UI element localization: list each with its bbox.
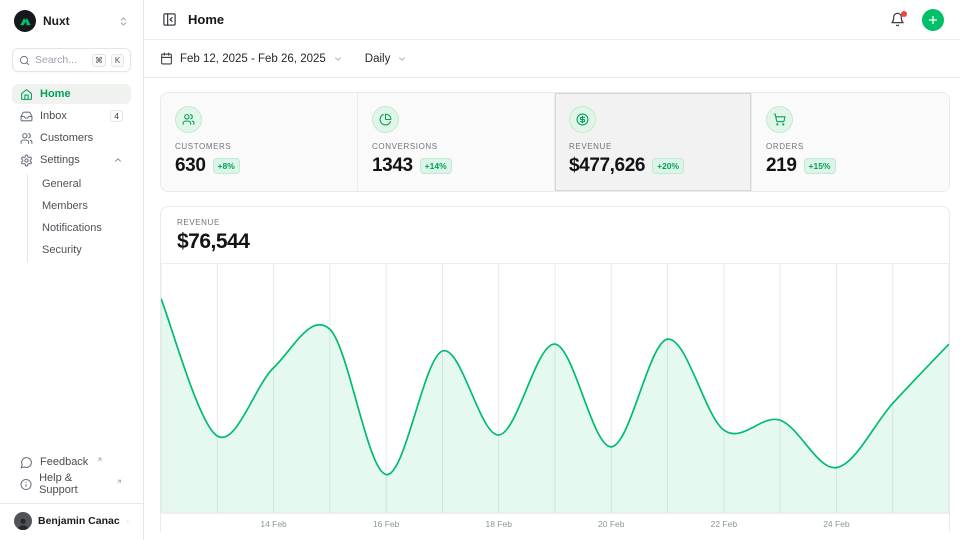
users-icon <box>20 132 33 145</box>
sidebar-item-label: Home <box>40 88 123 100</box>
nuxt-logo-icon <box>14 10 36 32</box>
toolbar: Feb 12, 2025 - Feb 26, 2025 Daily <box>144 40 960 78</box>
sidebar-footer: Feedback Help & Support <box>12 451 131 499</box>
sidebar-spacer <box>12 264 131 451</box>
svg-text:20 Feb: 20 Feb <box>598 519 625 529</box>
team-switcher[interactable]: Nuxt <box>12 0 131 42</box>
chevron-down-icon <box>397 54 407 64</box>
sidebar-item-customers[interactable]: Customers <box>12 128 131 148</box>
stat-delta-badge: +20% <box>652 158 684 174</box>
svg-text:24 Feb: 24 Feb <box>823 519 850 529</box>
search-input[interactable]: ⌘ K <box>12 48 131 72</box>
circle-dollar-icon <box>576 113 589 126</box>
sidebar-item-general[interactable]: General <box>28 174 131 194</box>
svg-text:16 Feb: 16 Feb <box>373 519 400 529</box>
date-range-label: Feb 12, 2025 - Feb 26, 2025 <box>180 53 326 65</box>
inbox-count-badge: 4 <box>110 110 123 122</box>
notification-dot <box>901 11 907 17</box>
users-icon <box>182 113 195 126</box>
chevrons-up-down-icon <box>118 16 129 27</box>
chart-plot-area: 14 Feb 16 Feb 18 Feb 20 Feb 22 Feb 24 Feb <box>161 264 949 532</box>
notifications-button[interactable] <box>888 10 907 29</box>
sidebar-item-home[interactable]: Home <box>12 84 131 104</box>
chart-metric-value: $76,544 <box>177 230 933 254</box>
main-area: Home Feb 12, 2025 - Feb 26, 2025 Daily <box>144 0 960 540</box>
stats-panel: CUSTOMERS 630 +8% CONVERSIONS 1343 +14% <box>160 92 950 192</box>
chevron-down-icon <box>333 54 343 64</box>
search-icon <box>19 55 30 66</box>
chevron-up-icon <box>113 155 123 165</box>
home-icon <box>20 88 33 101</box>
stat-label: CONVERSIONS <box>372 142 540 151</box>
sidebar: Nuxt ⌘ K Home Inbox 4 Customers <box>0 0 144 540</box>
stat-label: REVENUE <box>569 142 737 151</box>
team-name: Nuxt <box>43 14 111 28</box>
add-button[interactable] <box>922 9 944 31</box>
chevrons-up-down-icon <box>126 516 129 527</box>
search-field[interactable] <box>35 54 87 66</box>
period-label: Daily <box>365 53 391 65</box>
stat-delta-badge: +8% <box>213 158 240 174</box>
date-range-picker[interactable]: Feb 12, 2025 - Feb 26, 2025 <box>160 52 343 65</box>
sidebar-item-security[interactable]: Security <box>28 240 131 260</box>
stat-value: $477,626 <box>569 155 645 177</box>
stat-card-customers[interactable]: CUSTOMERS 630 +8% <box>161 93 358 191</box>
feedback-link[interactable]: Feedback <box>12 451 131 473</box>
stat-delta-badge: +14% <box>420 158 452 174</box>
chart-header: REVENUE $76,544 <box>161 207 949 264</box>
user-name: Benjamin Canac <box>38 515 120 527</box>
svg-text:14 Feb: 14 Feb <box>260 519 287 529</box>
stat-label: CUSTOMERS <box>175 142 343 151</box>
user-avatar <box>14 512 32 530</box>
info-circle-icon <box>20 478 32 491</box>
page-title: Home <box>188 12 879 27</box>
stat-value: 630 <box>175 155 206 177</box>
stat-card-orders[interactable]: ORDERS 219 +15% <box>752 93 949 191</box>
chart-metric-label: REVENUE <box>177 218 933 227</box>
topbar: Home <box>144 0 960 40</box>
panel-left-close-icon <box>162 12 177 27</box>
settings-submenu: General Members Notifications Security <box>27 174 131 262</box>
help-support-label: Help & Support <box>39 472 108 496</box>
sidebar-item-label: Settings <box>40 154 106 166</box>
svg-text:22 Feb: 22 Feb <box>711 519 738 529</box>
stat-card-conversions[interactable]: CONVERSIONS 1343 +14% <box>358 93 555 191</box>
content: CUSTOMERS 630 +8% CONVERSIONS 1343 +14% <box>144 78 960 540</box>
plus-icon <box>927 14 939 26</box>
app-window: Nuxt ⌘ K Home Inbox 4 Customers <box>0 0 960 540</box>
sidebar-item-settings[interactable]: Settings <box>12 150 131 170</box>
stat-value: 1343 <box>372 155 413 177</box>
stat-label: ORDERS <box>766 142 935 151</box>
calendar-icon <box>160 52 173 65</box>
shopping-cart-icon <box>773 113 786 126</box>
chat-bubble-icon <box>20 456 33 469</box>
sidebar-nav: Home Inbox 4 Customers Settings General … <box>12 84 131 264</box>
gear-icon <box>20 154 33 167</box>
svg-text:18 Feb: 18 Feb <box>486 519 513 529</box>
revenue-area-chart: 14 Feb 16 Feb 18 Feb 20 Feb 22 Feb 24 Feb <box>161 264 949 532</box>
feedback-label: Feedback <box>40 456 88 468</box>
user-menu[interactable]: Benjamin Canac <box>0 503 143 540</box>
help-support-link[interactable]: Help & Support <box>12 473 131 495</box>
kbd-k: K <box>111 54 124 67</box>
chart-pie-icon <box>379 113 392 126</box>
sidebar-item-members[interactable]: Members <box>28 196 131 216</box>
sidebar-item-notifications[interactable]: Notifications <box>28 218 131 238</box>
stat-delta-badge: +15% <box>804 158 836 174</box>
sidebar-collapse-button[interactable] <box>160 10 179 29</box>
sidebar-item-inbox[interactable]: Inbox 4 <box>12 106 131 126</box>
external-link-icon <box>116 478 123 485</box>
inbox-icon <box>20 110 33 123</box>
revenue-chart-card: REVENUE $76,544 14 Feb 16 Feb 18 Feb 20 Feb… <box>160 206 950 532</box>
stat-card-revenue[interactable]: REVENUE $477,626 +20% <box>555 93 752 191</box>
external-link-icon <box>96 456 103 463</box>
period-select[interactable]: Daily <box>365 53 408 65</box>
kbd-cmd: ⌘ <box>92 54 106 67</box>
sidebar-item-label: Inbox <box>40 110 103 122</box>
stat-value: 219 <box>766 155 797 177</box>
sidebar-item-label: Customers <box>40 132 123 144</box>
